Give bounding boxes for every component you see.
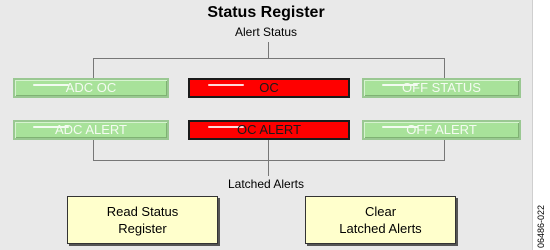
adc-oc-indicator: ADC OC — [13, 78, 169, 98]
off-alert-label: OFF ALERT — [406, 122, 477, 137]
panel-title: Status Register — [207, 4, 325, 21]
read-status-register-button[interactable]: Read Status Register — [67, 196, 218, 244]
oc-label: OC — [259, 80, 279, 95]
status-register-panel: Status Register Alert Status ADC OC OC O… — [0, 0, 533, 250]
oc-alert-label: OC ALERT — [236, 122, 302, 137]
read-status-line2: Register — [118, 221, 167, 236]
clear-latched-line2: Latched Alerts — [339, 221, 422, 236]
figure-id-label: 06486-022 — [536, 205, 546, 248]
indicator-gleam — [208, 84, 244, 86]
top-bracket-line — [93, 58, 445, 59]
latched-alerts-label: Latched Alerts — [227, 177, 305, 191]
top-right-drop-line — [444, 58, 445, 78]
clear-latched-alerts-button[interactable]: Clear Latched Alerts — [305, 196, 456, 244]
oc-indicator: OC — [188, 78, 350, 98]
bottom-left-rise-line — [93, 140, 94, 160]
top-stem-line — [268, 42, 269, 58]
adc-oc-label: ADC OC — [65, 80, 117, 95]
adc-alert-indicator: ADC ALERT — [13, 120, 169, 140]
off-alert-indicator: OFF ALERT — [362, 120, 521, 140]
oc-alert-indicator: OC ALERT — [188, 120, 350, 140]
off-status-indicator: OFF STATUS — [362, 78, 521, 98]
bottom-right-rise-line — [444, 140, 445, 160]
alert-status-label: Alert Status — [234, 25, 298, 39]
indicator-gleam — [33, 84, 69, 86]
adc-alert-label: ADC ALERT — [54, 122, 127, 137]
clear-latched-line1: Clear — [364, 204, 397, 219]
bottom-bracket-line — [93, 160, 445, 161]
read-status-line1: Read Status — [106, 204, 179, 219]
top-left-drop-line — [93, 58, 94, 78]
bottom-stem-line — [268, 140, 269, 176]
off-status-label: OFF STATUS — [402, 80, 481, 95]
figure-id-text: 06486-022 — [536, 205, 546, 248]
